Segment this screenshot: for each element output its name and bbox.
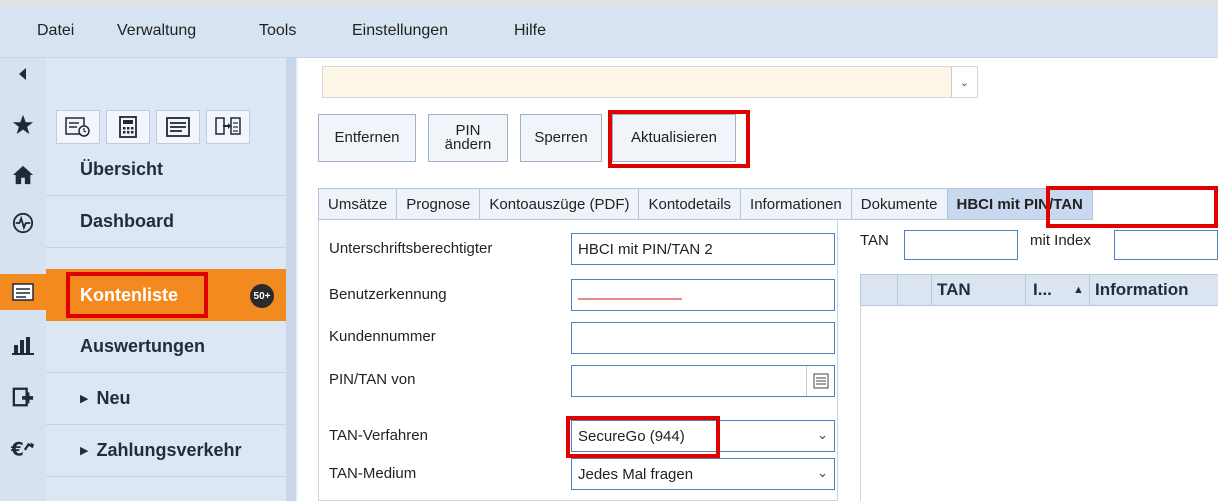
sidebar-item-uebersicht[interactable]: Übersicht [46, 144, 286, 196]
collapse-arrow-icon[interactable] [0, 64, 46, 84]
caret-right-icon: ▶ [80, 393, 89, 405]
menu-einstellungen[interactable]: Einstellungen [352, 22, 448, 40]
redacted-underline [578, 298, 682, 300]
list-picker-icon[interactable] [806, 366, 834, 396]
index-label: mit Index [1030, 232, 1091, 249]
main-content: ⌄ Entfernen PIN ändern Sperren Aktualisi… [298, 58, 1218, 501]
tan-medium-select[interactable]: Jedes Mal fragen ⌄ [571, 458, 835, 490]
column-separator [1025, 275, 1026, 305]
user-id-label: Benutzerkennung [329, 286, 447, 303]
left-icon-strip: € [0, 58, 46, 501]
remove-button[interactable]: Entfernen [318, 114, 416, 162]
tan-medium-value: Jedes Mal fragen [578, 465, 694, 483]
tan-table-border [860, 306, 861, 501]
menu-bar: Datei Verwaltung Tools Einstellungen Hil… [0, 6, 1218, 58]
list-clock-icon[interactable] [56, 110, 100, 144]
chevron-down-icon[interactable]: ⌄ [951, 67, 977, 97]
column-separator [897, 275, 898, 305]
menu-datei[interactable]: Datei [37, 22, 74, 40]
hbci-form: Unterschriftsberechtigter HBCI mit PIN/T… [318, 220, 838, 501]
pintan-from-label: PIN/TAN von [329, 371, 416, 388]
import-icon[interactable] [206, 110, 250, 144]
change-pin-line2: ändern [444, 136, 492, 153]
tab-dokumente[interactable]: Dokumente [851, 188, 948, 220]
refresh-button[interactable]: Aktualisieren [612, 114, 736, 162]
svg-text:€: € [11, 439, 24, 460]
sidebar-scrollbar[interactable] [286, 58, 296, 501]
sidebar-item-label: Zahlungsverkehr [96, 440, 242, 460]
customer-number-field[interactable] [571, 322, 835, 354]
change-pin-button[interactable]: PIN ändern [428, 114, 508, 162]
tan-table-header: TAN I... ▲ Information [860, 274, 1218, 306]
add-document-icon[interactable] [0, 380, 46, 414]
user-id-field[interactable] [571, 279, 835, 311]
menu-tools[interactable]: Tools [259, 22, 296, 40]
chevron-down-icon: ⌄ [817, 465, 828, 480]
sidebar-item-label: Übersicht [80, 159, 164, 179]
sidebar-item-label: Dashboard [80, 211, 175, 231]
signatory-label: Unterschriftsberechtigter [329, 240, 493, 257]
tan-method-label: TAN-Verfahren [329, 427, 428, 444]
index-input[interactable] [1114, 230, 1218, 260]
chevron-down-icon: ⌄ [817, 427, 828, 442]
menu-hilfe[interactable]: Hilfe [514, 22, 546, 40]
sidebar-item-kontenliste[interactable]: Kontenliste 50+ [46, 269, 286, 321]
tan-label: TAN [860, 232, 889, 249]
euro-transfer-icon[interactable]: € [0, 432, 46, 466]
tan-method-select[interactable]: SecureGo (944) ⌄ [571, 420, 835, 452]
sidebar: Übersicht Dashboard Kontenliste 50+ Ausw… [46, 58, 286, 501]
tab-informationen[interactable]: Informationen [741, 188, 852, 220]
tan-input[interactable] [904, 230, 1018, 260]
count-badge: 50+ [250, 284, 274, 308]
sidebar-item-neu[interactable]: ▶ Neu [46, 373, 286, 425]
pulse-icon[interactable] [0, 206, 46, 240]
caret-right-icon: ▶ [80, 445, 89, 457]
column-header-index[interactable]: I... [1033, 275, 1052, 305]
account-selector[interactable]: ⌄ [322, 66, 978, 98]
column-header-information[interactable]: Information [1095, 275, 1189, 305]
tab-hbci-pin-tan[interactable]: HBCI mit PIN/TAN [947, 188, 1093, 220]
tan-medium-label: TAN-Medium [329, 465, 417, 482]
sidebar-item-label: Auswertungen [80, 336, 206, 356]
tan-method-value: SecureGo (944) [578, 427, 685, 445]
sidebar-item-auswertungen[interactable]: Auswertungen [46, 321, 286, 373]
document-list-icon[interactable] [156, 110, 200, 144]
tab-kontodetails[interactable]: Kontodetails [639, 188, 742, 220]
account-list-icon[interactable] [0, 274, 46, 310]
sidebar-item-zahlungsverkehr[interactable]: ▶ Zahlungsverkehr [46, 425, 286, 477]
signatory-value: HBCI mit PIN/TAN 2 [578, 240, 713, 258]
sidebar-item-dashboard[interactable]: Dashboard [46, 196, 286, 248]
signatory-field[interactable]: HBCI mit PIN/TAN 2 [571, 233, 835, 265]
column-header-tan[interactable]: TAN [937, 275, 971, 305]
lock-button[interactable]: Sperren [520, 114, 602, 162]
customer-number-label: Kundennummer [329, 328, 436, 345]
sort-ascending-icon: ▲ [1073, 284, 1084, 296]
menu-verwaltung[interactable]: Verwaltung [117, 22, 196, 40]
tab-prognose[interactable]: Prognose [397, 188, 481, 220]
tab-umsaetze[interactable]: Umsätze [318, 188, 398, 220]
tab-kontoauszuege[interactable]: Kontoauszüge (PDF) [480, 188, 640, 220]
tan-panel: TAN mit Index TAN I... ▲ Information [838, 220, 1218, 501]
sidebar-item-label: Neu [96, 388, 131, 408]
star-icon[interactable] [0, 108, 46, 142]
column-separator [1089, 275, 1090, 305]
sidebar-item-label: Kontenliste [80, 284, 179, 305]
home-icon[interactable] [0, 158, 46, 192]
pintan-from-field[interactable] [571, 365, 835, 397]
tab-bar: Umsätze Prognose Kontoauszüge (PDF) Kont… [318, 188, 1093, 220]
calculator-icon[interactable] [106, 110, 150, 144]
bar-chart-icon[interactable] [0, 328, 46, 362]
column-separator [931, 275, 932, 305]
